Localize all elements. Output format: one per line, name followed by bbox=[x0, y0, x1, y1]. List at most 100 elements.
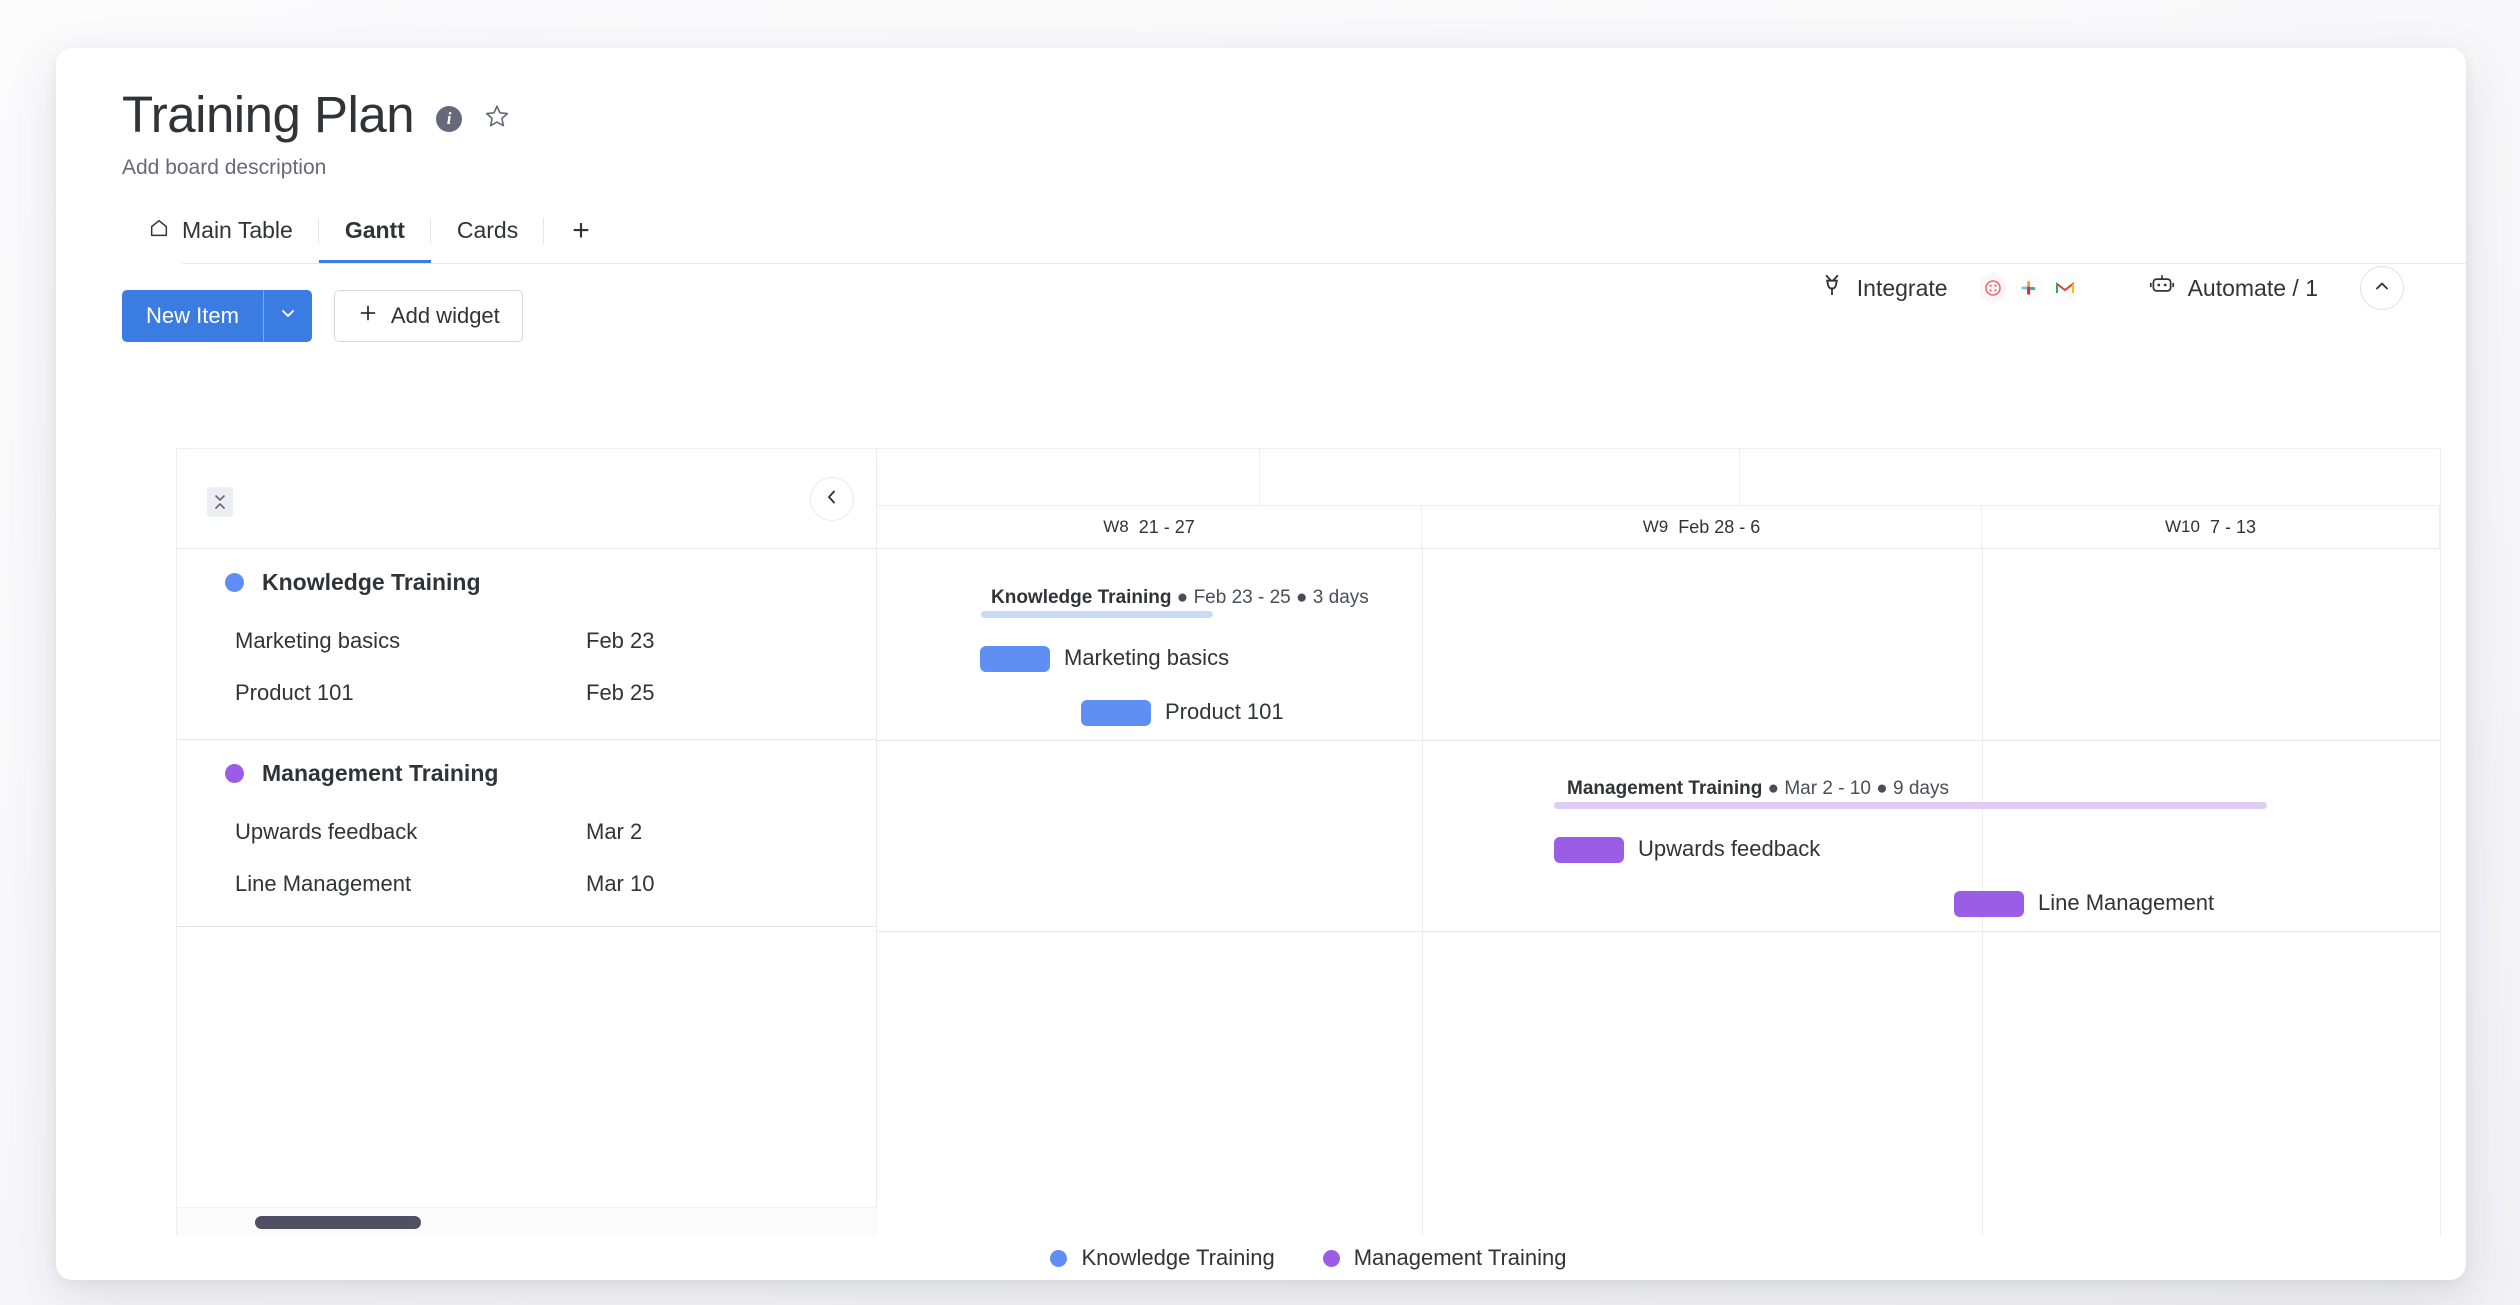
integrate-plug-icon bbox=[1819, 272, 1845, 304]
new-item-dropdown[interactable] bbox=[264, 290, 312, 342]
task-name: Product 101 bbox=[235, 680, 354, 705]
gantt-body: Knowledge Training Marketing basics Feb … bbox=[177, 549, 2440, 1236]
slack-icon[interactable] bbox=[2012, 269, 2046, 307]
summary-range: Mar 2 - 10 bbox=[1784, 778, 1871, 799]
scrollbar-thumb[interactable] bbox=[255, 1216, 421, 1229]
table-row[interactable]: Marketing basics Feb 23 bbox=[177, 615, 876, 667]
tab-main-table[interactable]: Main Table bbox=[122, 202, 319, 264]
task-bar-upwards-feedback[interactable] bbox=[1554, 837, 1624, 863]
gantt-chart: W8 21 - 27 W9 Feb 28 - 6 W10 7 - 13 Know… bbox=[176, 448, 2441, 1236]
gantt-timeline[interactable]: Knowledge Training ● Feb 23 - 25 ● 3 day… bbox=[877, 549, 2440, 1236]
table-row[interactable]: Product 101 Feb 25 bbox=[177, 667, 876, 719]
new-item-button[interactable]: New Item bbox=[122, 289, 312, 342]
mailchimp-icon[interactable] bbox=[1976, 269, 2010, 307]
legend-color-dot bbox=[1322, 1249, 1340, 1267]
robot-icon bbox=[2148, 272, 2176, 304]
group-title[interactable]: Management Training bbox=[177, 740, 876, 806]
timeline-gridline bbox=[1422, 549, 1423, 1236]
timeline-row-divider bbox=[877, 931, 2440, 932]
automate-label: Automate / 1 bbox=[2187, 274, 2318, 301]
tab-gantt[interactable]: Gantt bbox=[318, 202, 431, 264]
legend-item-management-training[interactable]: Management Training bbox=[1322, 1245, 1567, 1271]
summary-duration: 9 days bbox=[1893, 778, 1949, 799]
board-header: Training Plan i Add board description Ma… bbox=[56, 48, 2466, 264]
group-color-dot bbox=[225, 763, 244, 783]
legend-label: Management Training bbox=[1353, 1245, 1567, 1270]
legend-item-knowledge-training[interactable]: Knowledge Training bbox=[1050, 1245, 1275, 1271]
page-title: Training Plan bbox=[122, 86, 415, 143]
week-number: W10 bbox=[2165, 517, 2200, 536]
group-summary-bar-management[interactable] bbox=[1554, 802, 2267, 809]
board-title-row: Training Plan i bbox=[122, 88, 2466, 142]
tab-divider bbox=[543, 217, 545, 244]
week-number: W8 bbox=[1103, 517, 1129, 536]
new-item-label: New Item bbox=[146, 302, 239, 328]
table-row[interactable]: Line Management Mar 10 bbox=[177, 858, 876, 910]
task-bar-marketing-basics[interactable] bbox=[980, 646, 1050, 672]
integrate-button[interactable]: Integrate bbox=[1805, 264, 1962, 312]
star-icon[interactable] bbox=[484, 103, 510, 134]
gantt-week-row: W8 21 - 27 W9 Feb 28 - 6 W10 7 - 13 bbox=[877, 505, 2440, 548]
gantt-task-list: Knowledge Training Marketing basics Feb … bbox=[177, 549, 877, 1236]
timeline-row-divider bbox=[877, 740, 2440, 741]
task-date: Feb 25 bbox=[586, 680, 655, 705]
home-icon bbox=[148, 217, 170, 245]
task-bar-product-101[interactable] bbox=[1081, 700, 1151, 726]
group-knowledge-training: Knowledge Training Marketing basics Feb … bbox=[177, 549, 876, 740]
chevron-up-icon bbox=[2372, 276, 2392, 301]
gantt-left-header bbox=[177, 449, 877, 548]
group-name: Knowledge Training bbox=[262, 568, 481, 595]
summary-name: Management Training bbox=[1567, 778, 1763, 799]
month-cell bbox=[1260, 449, 1740, 505]
group-title[interactable]: Knowledge Training bbox=[177, 549, 876, 615]
group-summary-label-knowledge: Knowledge Training ● Feb 23 - 25 ● 3 day… bbox=[991, 587, 1369, 609]
legend-label: Knowledge Training bbox=[1081, 1245, 1275, 1270]
week-cell-w10: W10 7 - 13 bbox=[1982, 506, 2440, 548]
collapse-header-button[interactable] bbox=[2360, 266, 2404, 310]
header-tools: Integrate Automate / 1 bbox=[1805, 260, 2404, 316]
summary-sep: ● bbox=[1176, 587, 1194, 608]
board-description[interactable]: Add board description bbox=[122, 156, 2466, 180]
gantt-legend: Knowledge Training Management Training bbox=[176, 1236, 2441, 1280]
board-window: Training Plan i Add board description Ma… bbox=[56, 48, 2466, 1280]
task-name: Marketing basics bbox=[235, 628, 401, 653]
group-management-training: Management Training Upwards feedback Mar… bbox=[177, 740, 876, 927]
task-bar-line-management[interactable] bbox=[1954, 891, 2024, 917]
group-summary-bar-knowledge[interactable] bbox=[981, 611, 1213, 618]
task-date: Mar 10 bbox=[586, 871, 655, 896]
collapse-rows-icon[interactable] bbox=[207, 487, 233, 517]
horizontal-scrollbar[interactable] bbox=[177, 1207, 877, 1236]
gantt-timeline-header: W8 21 - 27 W9 Feb 28 - 6 W10 7 - 13 bbox=[877, 449, 2440, 548]
task-name: Upwards feedback bbox=[235, 819, 418, 844]
gmail-icon[interactable] bbox=[2048, 269, 2082, 307]
summary-range: Feb 23 - 25 bbox=[1193, 587, 1291, 608]
table-row[interactable]: Upwards feedback Mar 2 bbox=[177, 806, 876, 858]
add-widget-label: Add widget bbox=[390, 302, 500, 328]
gantt-prev-button[interactable] bbox=[810, 477, 854, 521]
chevron-down-icon bbox=[278, 303, 298, 328]
tab-label: Gantt bbox=[344, 217, 405, 244]
add-widget-button[interactable]: Add widget bbox=[333, 289, 523, 342]
chevron-left-icon bbox=[822, 487, 842, 512]
tab-label: Main Table bbox=[182, 217, 293, 244]
tabs-list: Main Table Gantt Cards + bbox=[122, 202, 618, 264]
automate-button[interactable]: Automate / 1 bbox=[2134, 264, 2332, 312]
week-range: 21 - 27 bbox=[1138, 516, 1195, 537]
integration-app-icons bbox=[1976, 269, 2082, 307]
week-cell-w9: W9 Feb 28 - 6 bbox=[1422, 506, 1982, 548]
task-date: Mar 2 bbox=[586, 819, 643, 844]
add-tab-button[interactable]: + bbox=[544, 202, 618, 264]
week-range: 7 - 13 bbox=[2209, 516, 2256, 537]
tab-label: Cards bbox=[456, 217, 519, 244]
summary-sep: ● bbox=[1767, 778, 1785, 799]
week-number: W9 bbox=[1642, 517, 1669, 536]
task-date: Feb 23 bbox=[586, 628, 655, 653]
summary-sep: ● bbox=[1296, 587, 1313, 608]
task-bar-label: Product 101 bbox=[1165, 699, 1284, 724]
legend-color-dot bbox=[1050, 1249, 1068, 1267]
info-icon[interactable]: i bbox=[436, 105, 463, 132]
tab-cards[interactable]: Cards bbox=[431, 202, 545, 264]
task-bar-label: Upwards feedback bbox=[1638, 836, 1821, 861]
